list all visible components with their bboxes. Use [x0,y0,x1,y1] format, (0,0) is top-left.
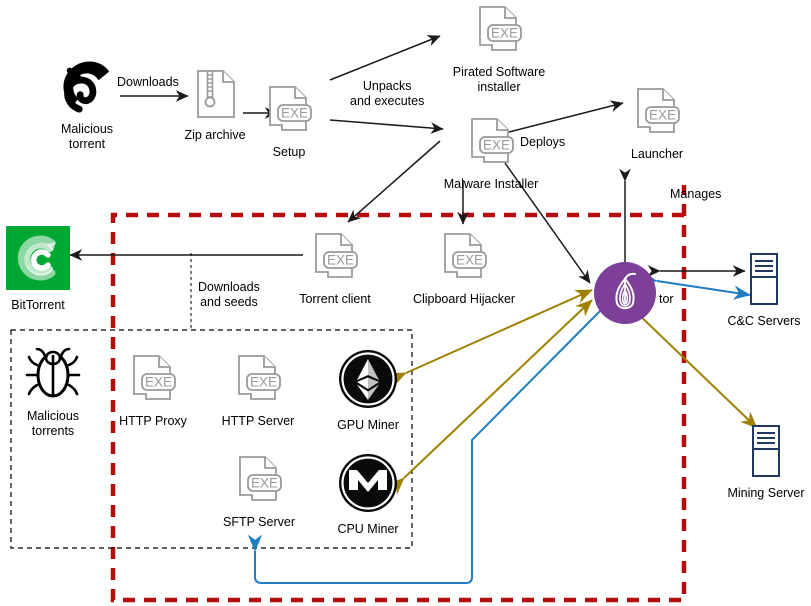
node-sftp-server[interactable]: EXE SFTP Server [219,455,299,530]
node-label: C&C Servers [727,314,801,328]
svg-text:EXE: EXE [327,253,354,268]
node-malware-installer[interactable]: EXE Malware Installer [437,117,545,192]
svg-text:EXE: EXE [250,375,277,390]
edge-label-downloads: Downloads [117,75,179,89]
edge-label-unpacks-and-executes: Unpacks and executes [350,79,425,108]
node-tor[interactable] [594,262,656,329]
node-gpu-miner[interactable]: GPU Miner [334,348,402,433]
node-label: Launcher [630,147,684,161]
edge-label-deploys: Deploys [520,135,566,149]
monero-logo-icon [337,452,399,519]
node-bittorrent[interactable]: BitTorrent [5,226,71,313]
node-zip-archive[interactable]: Zip archive [184,68,246,143]
exe-file-icon: EXE [233,455,285,512]
node-label: CPU Miner [337,522,399,536]
node-tor-label: tor [659,292,674,306]
arrow-cpu-miner-tor [387,299,593,495]
node-cpu-miner[interactable]: CPU Miner [334,452,402,537]
svg-text:EXE: EXE [281,106,308,121]
diagram-canvas: Malicious torrent Zip archive EXE Setup … [0,0,811,606]
server-icon [749,252,779,311]
zip-file-icon [189,68,241,125]
svg-text:EXE: EXE [251,476,278,491]
node-malicious-torrent[interactable]: Malicious torrent [50,58,124,152]
svg-text:EXE: EXE [145,375,172,390]
exe-file-icon: EXE [438,232,490,289]
ethereum-logo-icon [337,348,399,415]
arrow-setup-to-malware [329,119,444,134]
arrow-setup-to-pirated [329,35,441,81]
node-label: Malware Installer [443,177,539,191]
node-label: Mining Server [727,486,805,500]
edge-label-manages: Manages [670,187,722,201]
node-label: HTTP Server [221,414,295,428]
node-malicious-torrents[interactable]: Malicious torrents [17,345,89,439]
node-http-proxy[interactable]: EXE HTTP Proxy [118,354,188,429]
edge-label-downloads-and-seeds: Downloads and seeds [198,280,260,309]
node-label: Clipboard Hijacker [412,292,516,306]
bug-icon [25,345,81,406]
arrow-sftp-to-tor-blue [247,306,605,584]
node-label: Malicious torrents [26,409,80,438]
node-torrent-client[interactable]: EXE Torrent client [294,232,376,307]
svg-text:EXE: EXE [491,26,518,41]
svg-text:EXE: EXE [483,138,510,153]
node-label: HTTP Proxy [119,414,187,428]
exe-file-icon: EXE [232,354,284,411]
node-label: GPU Miner [337,418,399,432]
tor-onion-icon [594,262,656,328]
node-cc-servers[interactable]: C&C Servers [718,252,810,329]
node-label: Torrent client [299,292,371,306]
node-http-server[interactable]: EXE HTTP Server [219,354,297,429]
exe-file-icon: EXE [127,354,179,411]
svg-text:EXE: EXE [649,108,676,123]
exe-file-icon: EXE [309,232,361,289]
arrow-malware-to-torrent-client [347,140,441,223]
node-launcher[interactable]: EXE Launcher [625,87,689,162]
node-label: BitTorrent [11,298,65,312]
node-label: Zip archive [184,128,246,142]
node-mining-server[interactable]: Mining Server [722,424,810,501]
node-pirated-software-installer[interactable]: EXE Pirated Software installer [444,5,554,95]
node-clipboard-hijacker[interactable]: EXE Clipboard Hijacker [413,232,515,307]
node-label: Pirated Software installer [452,65,546,94]
bittorrent-logo-icon [6,226,70,295]
node-setup[interactable]: EXE Setup [261,85,317,160]
server-icon [751,424,781,483]
exe-file-icon: EXE [263,85,315,142]
exe-file-icon: EXE [473,5,525,62]
exe-file-icon: EXE [465,117,517,174]
exe-file-icon: EXE [631,87,683,144]
node-label: SFTP Server [222,515,295,529]
svg-text:EXE: EXE [456,253,483,268]
node-label: Setup [272,145,306,159]
magnet-icon [56,58,118,119]
node-label: Malicious torrent [60,122,114,151]
